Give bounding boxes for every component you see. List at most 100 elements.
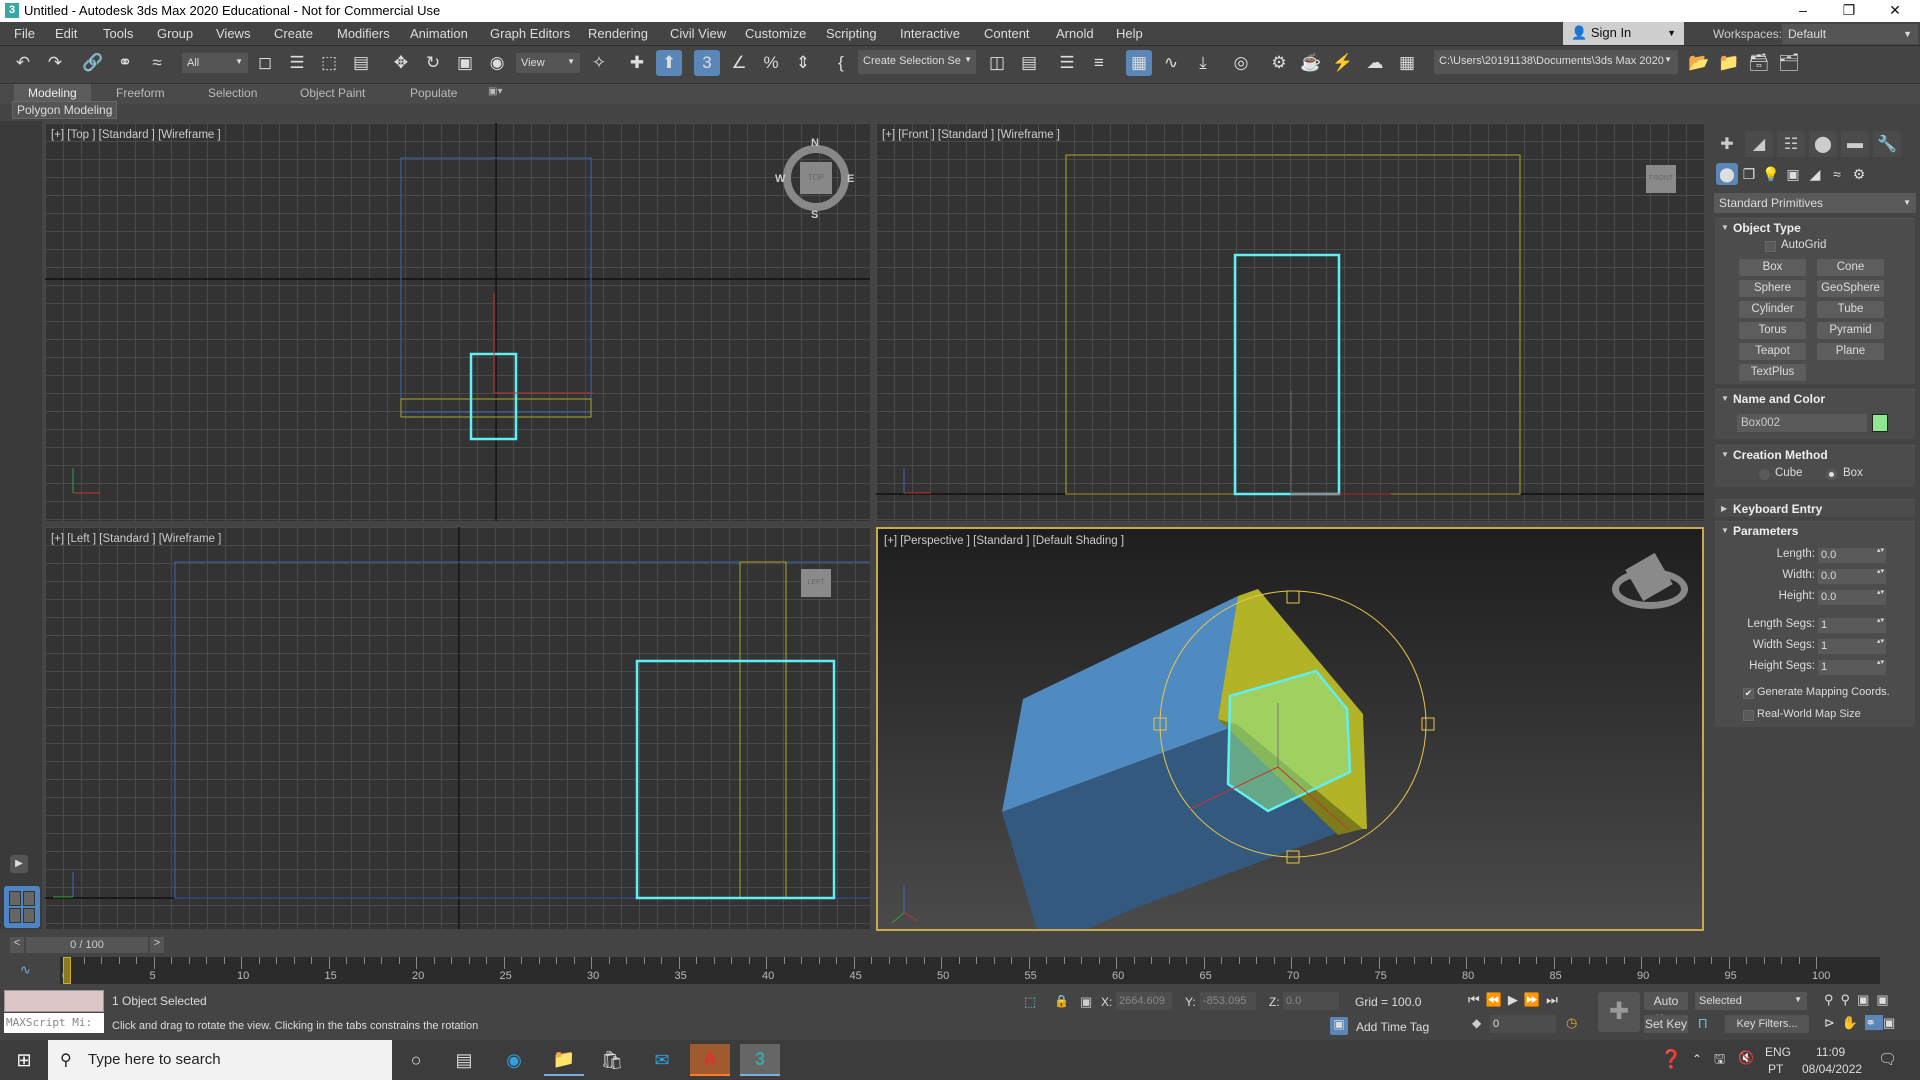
set-key-button[interactable]: Set Key: [1644, 1015, 1688, 1033]
geosphere-button[interactable]: GeoSphere: [1817, 280, 1884, 297]
menu-group[interactable]: Group: [157, 26, 193, 41]
menu-interactive[interactable]: Interactive: [900, 26, 960, 41]
key-mode-dropdown[interactable]: Selected ▼: [1695, 992, 1807, 1010]
workspaces-dropdown[interactable]: Default ▼: [1782, 24, 1918, 44]
cone-button[interactable]: Cone: [1817, 259, 1884, 276]
curve-editor-icon[interactable]: ∿: [1158, 50, 1184, 76]
redo-icon[interactable]: ↷: [42, 50, 68, 76]
project-folder-tree-icon[interactable]: 🗂: [1776, 50, 1802, 76]
notifications-icon[interactable]: 🗨: [1878, 1050, 1897, 1068]
cube-radio[interactable]: [1759, 469, 1770, 480]
time-slider[interactable]: 0 / 100: [26, 937, 148, 953]
box-radio[interactable]: [1826, 469, 1837, 480]
shapes-icon[interactable]: ❐: [1738, 163, 1760, 185]
current-frame-spinner[interactable]: 0: [1490, 1015, 1556, 1033]
select-by-name-icon[interactable]: ☰: [284, 50, 310, 76]
scale-icon[interactable]: ▣: [452, 50, 478, 76]
network-icon[interactable]: 🖫: [1714, 1050, 1725, 1072]
selection-filter-dropdown[interactable]: All ▼: [182, 53, 248, 73]
viewport-layout-button[interactable]: [4, 886, 40, 928]
menu-create[interactable]: Create: [274, 26, 313, 41]
torus-button[interactable]: Torus: [1739, 322, 1806, 339]
named-selection-dropdown[interactable]: Create Selection Se ▼: [858, 50, 976, 74]
rectangular-selection-icon[interactable]: ⬚: [316, 50, 342, 76]
menu-modifiers[interactable]: Modifiers: [337, 26, 390, 41]
expand-arrow-icon[interactable]: ▶: [1721, 504, 1727, 513]
tab-freeform[interactable]: Freeform: [116, 84, 165, 104]
menu-animation[interactable]: Animation: [410, 26, 468, 41]
autogrid-checkbox[interactable]: [1765, 241, 1776, 252]
collapse-arrow-icon[interactable]: ▼: [1721, 526, 1729, 535]
prev-key-icon[interactable]: ⏪: [1486, 992, 1508, 1007]
next-key-icon[interactable]: ⏩: [1524, 992, 1546, 1007]
select-manipulate-icon[interactable]: ✚: [624, 50, 650, 76]
create-project-icon[interactable]: 🗃: [1746, 50, 1772, 76]
autocad-icon[interactable]: A: [690, 1044, 730, 1076]
render-cloud-icon[interactable]: ☁: [1362, 50, 1388, 76]
open-project-icon[interactable]: 📁: [1716, 50, 1742, 76]
length-spinner[interactable]: 0.0: [1818, 547, 1886, 563]
maximize-viewport-icon[interactable]: ▣: [1883, 1015, 1902, 1030]
rollout-parameters-title[interactable]: Parameters: [1733, 524, 1798, 538]
primitive-type-dropdown[interactable]: Standard Primitives ▼: [1714, 193, 1916, 213]
render-shortcuts-icon[interactable]: ▦: [1394, 50, 1420, 76]
z-coord-input[interactable]: 0.0: [1283, 992, 1339, 1010]
utilities-tab-icon[interactable]: 🔧: [1873, 131, 1901, 157]
clock-date[interactable]: 08/04/2022: [1802, 1062, 1862, 1076]
isolate-selection-icon[interactable]: ⬚: [1024, 994, 1036, 1010]
file-explorer-icon[interactable]: 📁: [544, 1044, 584, 1076]
unlink-icon[interactable]: ⚭: [112, 50, 138, 76]
lights-icon[interactable]: 💡: [1760, 163, 1782, 185]
bind-space-warp-icon[interactable]: ≈: [144, 50, 170, 76]
current-frame-marker[interactable]: [63, 957, 71, 984]
sphere-button[interactable]: Sphere: [1739, 280, 1806, 297]
maxscript-mini-listener[interactable]: MAXScript Mi:: [4, 1013, 104, 1033]
window-crossing-icon[interactable]: ▤: [348, 50, 374, 76]
y-coord-input[interactable]: -853.095: [1200, 992, 1256, 1010]
cameras-icon[interactable]: ▣: [1782, 163, 1804, 185]
rollout-keyboard-entry-title[interactable]: Keyboard Entry: [1733, 502, 1822, 516]
modify-tab-icon[interactable]: ◢: [1745, 131, 1773, 157]
percent-snap-icon[interactable]: %: [758, 50, 784, 76]
restore-button[interactable]: ❐: [1826, 0, 1872, 22]
menu-file[interactable]: File: [14, 26, 35, 41]
ribbon-options-icon[interactable]: ▣▾: [488, 84, 502, 104]
edge-icon[interactable]: ◉: [494, 1044, 534, 1076]
angle-snap-icon[interactable]: ∠: [726, 50, 752, 76]
align-icon[interactable]: ▤: [1016, 50, 1042, 76]
viewport-top[interactable]: [+] [Top ] [Standard ] [Wireframe ] TOP …: [45, 123, 870, 521]
expand-layouts-button[interactable]: ▶: [10, 855, 28, 873]
windows-start-icon[interactable]: ⊞: [4, 1044, 44, 1076]
polygon-modeling-panel[interactable]: Polygon Modeling: [12, 101, 118, 119]
rotate-icon[interactable]: ↻: [420, 50, 446, 76]
menu-graph-editors[interactable]: Graph Editors: [490, 26, 570, 41]
viewport-perspective[interactable]: [+] [Perspective ] [Standard ] [Default …: [876, 527, 1704, 931]
menu-civil-view[interactable]: Civil View: [670, 26, 726, 41]
tube-button[interactable]: Tube: [1817, 301, 1884, 318]
scene-explorer-icon[interactable]: ☰: [1054, 50, 1080, 76]
tab-object-paint[interactable]: Object Paint: [300, 84, 365, 104]
default-in-out-tangents-icon[interactable]: Π: [1698, 1016, 1707, 1031]
schematic-view-icon[interactable]: ⤓: [1190, 50, 1216, 76]
spinner-snap-icon[interactable]: ⇕: [790, 50, 816, 76]
display-tab-icon[interactable]: ▬: [1841, 131, 1869, 157]
rollout-creation-method-title[interactable]: Creation Method: [1733, 448, 1828, 462]
x-coord-input[interactable]: 2664.609: [1116, 992, 1172, 1010]
menu-arnold[interactable]: Arnold: [1056, 26, 1094, 41]
play-icon[interactable]: ▶: [1508, 992, 1524, 1007]
goto-start-icon[interactable]: ⏮: [1468, 992, 1486, 1007]
object-color-swatch[interactable]: [1872, 414, 1888, 432]
pyramid-button[interactable]: Pyramid: [1817, 322, 1884, 339]
height-segs-spinner[interactable]: 1: [1818, 659, 1886, 675]
clock-time[interactable]: 11:09: [1816, 1045, 1845, 1059]
layer-explorer-icon[interactable]: ≡: [1086, 50, 1112, 76]
viewport-left[interactable]: [+] [Left ] [Standard ] [Wireframe ] LEF…: [45, 527, 870, 929]
3dsmax-taskbar-icon[interactable]: 3: [740, 1044, 780, 1076]
menu-rendering[interactable]: Rendering: [588, 26, 648, 41]
plane-button[interactable]: Plane: [1817, 343, 1884, 360]
pivot-center-icon[interactable]: ✧: [586, 50, 612, 76]
menu-scripting[interactable]: Scripting: [826, 26, 877, 41]
time-configuration-icon[interactable]: ◷: [1566, 1015, 1577, 1031]
textplus-button[interactable]: TextPlus: [1739, 364, 1806, 381]
collapse-arrow-icon[interactable]: ▼: [1721, 450, 1729, 459]
